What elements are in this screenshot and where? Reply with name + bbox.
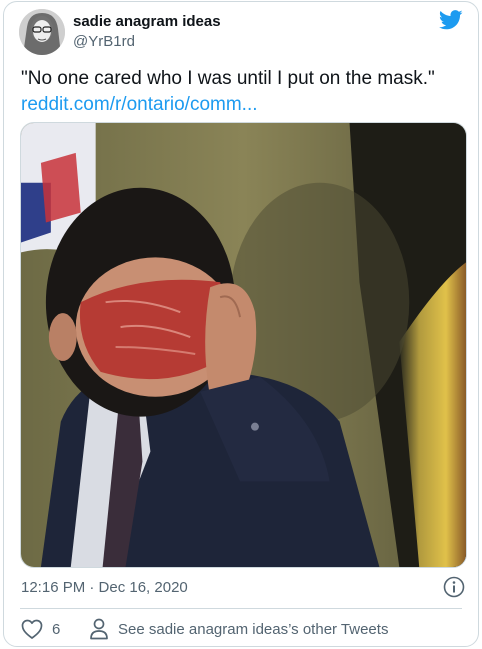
twitter-bird-icon[interactable] xyxy=(439,10,463,30)
person-icon[interactable] xyxy=(89,618,109,640)
author-display-name[interactable]: sadie anagram ideas xyxy=(73,13,221,30)
like-count[interactable]: 6 xyxy=(52,621,60,638)
avatar[interactable] xyxy=(19,9,65,55)
tweet-media-image[interactable] xyxy=(20,122,467,568)
divider xyxy=(20,608,462,609)
tweet-link[interactable]: reddit.com/r/ontario/comm... xyxy=(21,92,258,117)
tweet-card[interactable]: sadie anagram ideas @YrB1rd "No one care… xyxy=(3,1,479,647)
heart-icon[interactable] xyxy=(21,619,43,640)
see-other-tweets-link[interactable]: See sadie anagram ideas’s other Tweets xyxy=(118,621,388,638)
info-icon[interactable] xyxy=(443,576,465,598)
author-handle[interactable]: @YrB1rd xyxy=(73,33,135,50)
tweet-text: "No one cared who I was until I put on t… xyxy=(21,68,435,89)
tweet-timestamp[interactable]: 12:16 PM · Dec 16, 2020 xyxy=(21,579,188,596)
